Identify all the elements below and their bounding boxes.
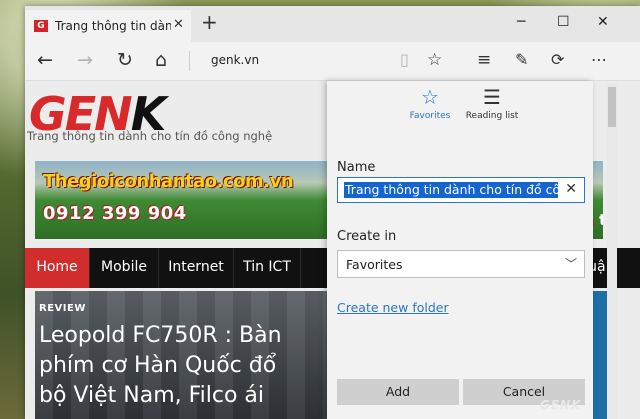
chevron-down-icon: ﹀ <box>564 257 577 271</box>
nav-item-mobile[interactable]: Mobile <box>90 248 159 288</box>
article-kicker: REVIEW <box>39 303 86 314</box>
address-separator <box>189 51 190 71</box>
tab-bar: G Trang thông tin dành ch ✕ + ─ ☐ ✕ <box>25 6 640 42</box>
favorites-panel: ☆ Favorites ☰ Reading list Name Trang th… <box>327 81 593 419</box>
name-label: Name <box>337 160 376 175</box>
name-input[interactable]: Trang thông tin dành cho tín đồ công ✕ <box>337 177 585 203</box>
nav-item-tin-ict[interactable]: Tin ICT <box>234 248 301 288</box>
home-icon[interactable]: ⌂ <box>155 49 167 71</box>
clear-icon[interactable]: ✕ <box>565 181 577 197</box>
forward-arrow-icon[interactable]: → <box>77 49 93 71</box>
browser-tab[interactable]: G Trang thông tin dành ch ✕ <box>25 10 191 42</box>
tab-title: Trang thông tin dành ch <box>55 19 171 33</box>
tab-favorites[interactable]: ☆ Favorites <box>395 85 465 121</box>
minimize-icon[interactable]: ─ <box>517 14 525 30</box>
plus-icon[interactable]: + <box>201 10 218 34</box>
create-in-select[interactable]: Favorites ﹀ <box>337 250 585 278</box>
window-close-icon[interactable]: ✕ <box>597 14 609 30</box>
create-in-value: Favorites <box>346 257 403 272</box>
article-title[interactable]: Leopold FC750R : Bàn phím cơ Hàn Quốc đổ… <box>39 321 309 411</box>
navigation-bar: ← → ↻ ⌂ genk.vn ▯ ☆ ≡ ✎ ⟳ ⋯ <box>25 42 640 81</box>
banner-phone: 0912 399 904 <box>43 203 187 224</box>
genk-favicon-icon: G <box>34 20 48 32</box>
share-icon[interactable]: ⟳ <box>551 49 564 71</box>
more-icon[interactable]: ⋯ <box>591 49 607 71</box>
address-bar[interactable]: genk.vn <box>211 53 259 67</box>
hub-icon[interactable]: ≡ <box>477 49 491 71</box>
name-input-value: Trang thông tin dành cho tín đồ công <box>344 182 558 198</box>
add-button[interactable]: Add <box>337 379 459 405</box>
banner-title: Thegioiconhantao.com.vn <box>43 171 294 192</box>
browser-window: G Trang thông tin dành ch ✕ + ─ ☐ ✕ ← → … <box>25 6 640 419</box>
star-icon[interactable]: ☆ <box>427 49 442 71</box>
web-note-icon[interactable]: ✎ <box>515 49 528 71</box>
nav-item-home[interactable]: Home <box>25 248 90 288</box>
reading-list-icon: ☰ <box>483 85 501 109</box>
create-new-folder-link[interactable]: Create new folder <box>337 300 449 315</box>
scroll-thumb[interactable] <box>608 87 616 127</box>
refresh-icon[interactable]: ↻ <box>117 49 133 71</box>
genk-watermark: GENK <box>540 398 582 412</box>
nav-item-internet[interactable]: Internet <box>159 248 234 288</box>
tab-reading-list[interactable]: ☰ Reading list <box>457 85 527 121</box>
site-tagline: Trang thông tin dành cho tín đồ công ngh… <box>27 129 273 143</box>
reading-view-icon[interactable]: ▯ <box>400 49 409 71</box>
back-arrow-icon[interactable]: ← <box>37 49 53 71</box>
page-scrollbar[interactable] <box>607 83 617 419</box>
create-in-label: Create in <box>337 229 397 244</box>
star-icon: ☆ <box>421 85 439 109</box>
maximize-icon[interactable]: ☐ <box>557 14 570 30</box>
close-icon[interactable]: ✕ <box>173 17 184 32</box>
